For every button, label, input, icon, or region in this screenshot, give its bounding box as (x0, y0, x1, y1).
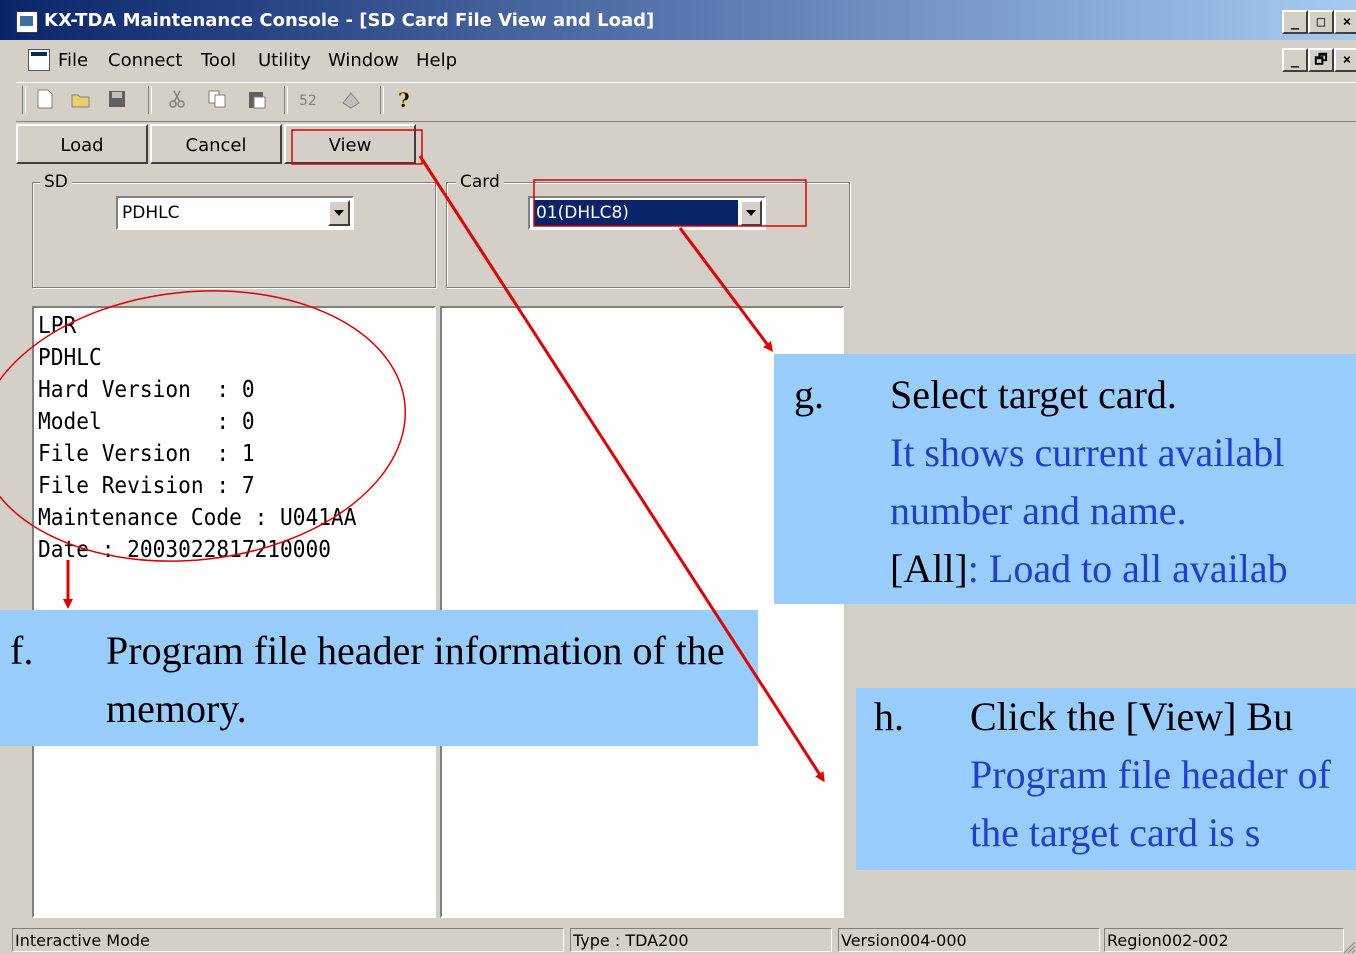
status-version: Version004-000 (838, 928, 1100, 952)
status-region: Region002-002 (1104, 928, 1344, 952)
status-type: Type : TDA200 (570, 928, 832, 952)
header-highlight-ellipse (0, 290, 407, 562)
arrow-view-to-h (418, 155, 825, 783)
card-highlight-box (533, 179, 807, 227)
resize-grip-icon[interactable] (1340, 938, 1356, 954)
view-highlight-box (291, 129, 423, 165)
annotation-overlay (0, 129, 825, 783)
arrow-card-to-g (678, 227, 773, 352)
status-mode: Interactive Mode (12, 928, 564, 952)
